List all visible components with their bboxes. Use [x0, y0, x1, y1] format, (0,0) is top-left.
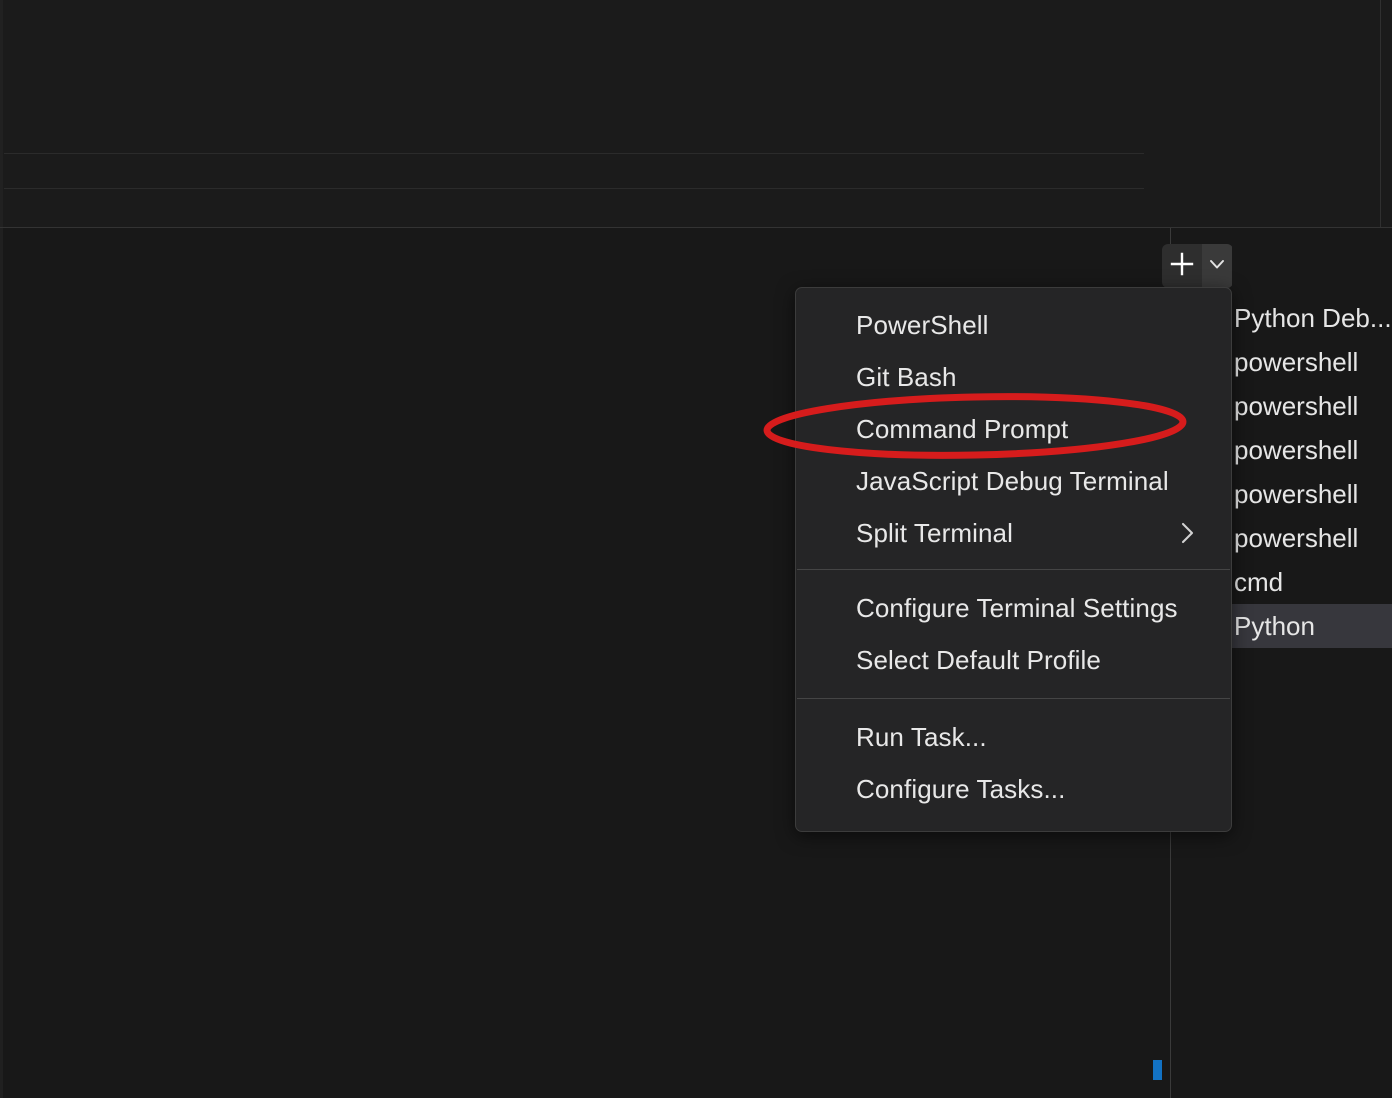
menu-item-powershell[interactable]: PowerShell — [796, 299, 1231, 351]
menu-item-git-bash[interactable]: Git Bash — [796, 351, 1231, 403]
menu-item-label: Split Terminal — [856, 518, 1013, 549]
terminal-tab-label: powershell — [1234, 391, 1358, 422]
terminal-tab-item[interactable]: powershell — [1232, 384, 1392, 428]
new-terminal-split-button[interactable] — [1162, 244, 1233, 288]
menu-section-tasks: Run Task... Configure Tasks... — [796, 699, 1231, 831]
editor-right-edge — [1380, 0, 1381, 228]
terminal-tab-item[interactable]: powershell — [1232, 516, 1392, 560]
menu-item-label: Configure Tasks... — [856, 774, 1065, 805]
menu-item-label: Git Bash — [856, 362, 957, 393]
terminal-tab-label: cmd — [1234, 567, 1283, 598]
menu-item-label: JavaScript Debug Terminal — [856, 466, 1169, 497]
menu-item-configure-terminal-settings[interactable]: Configure Terminal Settings — [796, 582, 1231, 634]
menu-item-configure-tasks[interactable]: Configure Tasks... — [796, 763, 1231, 815]
menu-item-command-prompt[interactable]: Command Prompt — [796, 403, 1231, 455]
terminal-tab-item-selected[interactable]: Python — [1232, 604, 1392, 648]
terminal-tab-label: powershell — [1234, 479, 1358, 510]
chevron-down-icon — [1206, 253, 1228, 280]
terminal-tab-label: powershell — [1234, 523, 1358, 554]
terminal-tab-item[interactable]: powershell — [1232, 340, 1392, 384]
menu-item-split-terminal[interactable]: Split Terminal — [796, 507, 1231, 559]
menu-item-label: Command Prompt — [856, 414, 1068, 445]
editor-content-line — [4, 188, 1144, 189]
plus-icon — [1168, 250, 1196, 283]
menu-item-label: Select Default Profile — [856, 645, 1101, 676]
vscode-window: Python Deb... powershell powershell powe… — [0, 0, 1392, 1098]
terminal-tab-label: Python Deb... — [1234, 303, 1392, 334]
terminal-tab-item[interactable]: powershell — [1232, 428, 1392, 472]
terminal-tab-item[interactable]: powershell — [1232, 472, 1392, 516]
editor-area[interactable] — [0, 0, 1392, 228]
menu-item-javascript-debug-terminal[interactable]: JavaScript Debug Terminal — [796, 455, 1231, 507]
editor-content-line — [4, 153, 1144, 154]
chevron-right-icon — [1177, 519, 1197, 547]
terminal-tab-item[interactable]: cmd — [1232, 560, 1392, 604]
menu-item-run-task[interactable]: Run Task... — [796, 711, 1231, 763]
terminal-tab-list[interactable]: Python Deb... powershell powershell powe… — [1232, 228, 1392, 1098]
menu-item-label: PowerShell — [856, 310, 989, 341]
terminal-tab-label: powershell — [1234, 435, 1358, 466]
menu-item-label: Configure Terminal Settings — [856, 593, 1178, 624]
terminal-tab-label: powershell — [1234, 347, 1358, 378]
new-terminal-button[interactable] — [1162, 244, 1202, 288]
terminal-cursor — [1153, 1060, 1162, 1080]
menu-item-select-default-profile[interactable]: Select Default Profile — [796, 634, 1231, 686]
menu-section-profiles: PowerShell Git Bash Command Prompt JavaS… — [796, 299, 1231, 569]
menu-item-label: Run Task... — [856, 722, 987, 753]
menu-section-settings: Configure Terminal Settings Select Defau… — [796, 570, 1231, 698]
terminal-profile-context-menu: PowerShell Git Bash Command Prompt JavaS… — [795, 287, 1232, 832]
terminal-tab-label: Python — [1234, 611, 1315, 642]
new-terminal-profile-button[interactable] — [1202, 244, 1232, 288]
editor-left-rail — [0, 0, 3, 228]
terminal-tab-item[interactable]: Python Deb... — [1232, 296, 1392, 340]
